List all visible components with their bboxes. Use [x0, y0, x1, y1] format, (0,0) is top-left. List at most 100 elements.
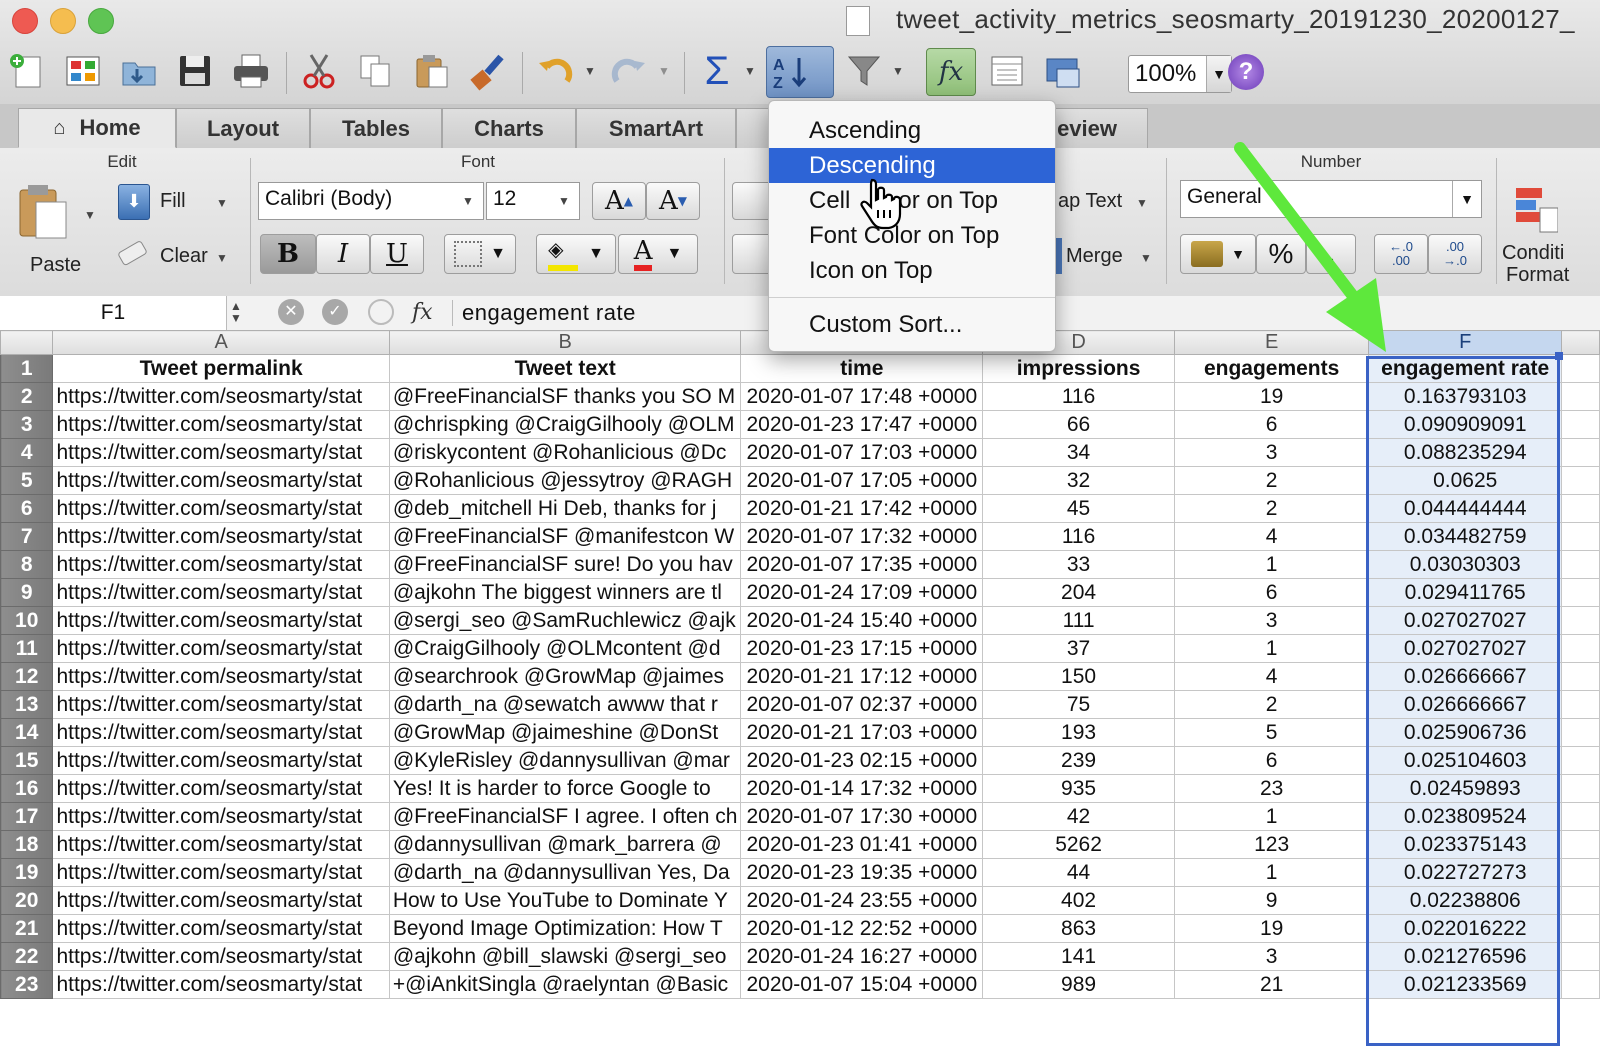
sum-dropdown-icon[interactable]: ▼ [744, 64, 756, 78]
cancel-icon[interactable]: ✕ [278, 299, 304, 325]
tweet-text-cell[interactable]: @FreeFinancialSF thanks you SO M [388, 382, 742, 411]
engagements-cell[interactable]: 1 [1173, 550, 1370, 579]
engagement-rate-cell[interactable]: 0.026666667 [1368, 662, 1563, 691]
zoom-select[interactable]: 100% ▼ [1128, 55, 1232, 93]
row-header[interactable]: 14 [0, 718, 54, 747]
close-window-button[interactable] [12, 8, 38, 34]
engagements-cell[interactable]: 1 [1173, 858, 1370, 887]
time-cell[interactable]: 2020-01-24 17:09 +0000 [740, 578, 984, 607]
empty-cell[interactable] [1561, 718, 1600, 747]
cut-icon[interactable] [296, 48, 342, 94]
permalink-cell[interactable]: https://twitter.com/seosmarty/stat [52, 466, 390, 495]
row-header[interactable]: 18 [0, 830, 54, 859]
header-cell-permalink[interactable]: Tweet permalink [52, 354, 390, 383]
undo-icon[interactable] [532, 48, 578, 94]
time-cell[interactable]: 2020-01-07 15:04 +0000 [740, 970, 984, 999]
header-cell-time[interactable]: time [740, 354, 984, 383]
chevron-down-icon[interactable]: ▼ [1140, 251, 1152, 265]
chevron-down-icon[interactable]: ▼ [558, 194, 570, 208]
engagements-cell[interactable]: 4 [1173, 662, 1370, 691]
select-all-corner[interactable] [0, 330, 54, 355]
tab-smartart[interactable]: SmartArt [576, 108, 736, 148]
menu-item-font-color-on-top[interactable]: Font Color on Top [769, 218, 1055, 253]
engagement-rate-cell[interactable]: 0.029411765 [1368, 578, 1563, 607]
underline-button[interactable]: U [370, 234, 424, 274]
impressions-cell[interactable]: 111 [982, 606, 1175, 635]
impressions-cell[interactable]: 32 [982, 466, 1175, 495]
fill-handle[interactable] [1555, 352, 1563, 360]
tweet-text-cell[interactable]: @chrispking @CraigGilhooly @OLM [388, 410, 742, 439]
time-cell[interactable]: 2020-01-07 17:35 +0000 [740, 550, 984, 579]
empty-cell[interactable] [1561, 830, 1600, 859]
permalink-cell[interactable]: https://twitter.com/seosmarty/stat [52, 522, 390, 551]
impressions-cell[interactable]: 863 [982, 914, 1175, 943]
time-cell[interactable]: 2020-01-07 17:32 +0000 [740, 522, 984, 551]
empty-cell[interactable] [1561, 942, 1600, 971]
empty-cell[interactable] [1561, 354, 1600, 383]
tweet-text-cell[interactable]: Beyond Image Optimization: How T [388, 914, 742, 943]
engagement-rate-cell[interactable]: 0.034482759 [1368, 522, 1563, 551]
engagements-cell[interactable]: 1 [1173, 634, 1370, 663]
conditional-formatting-icon[interactable] [1514, 186, 1559, 234]
impressions-cell[interactable]: 239 [982, 746, 1175, 775]
engagements-cell[interactable]: 3 [1173, 942, 1370, 971]
row-header[interactable]: 22 [0, 942, 54, 971]
engagement-rate-cell[interactable]: 0.023375143 [1368, 830, 1563, 859]
indent-icon[interactable] [732, 234, 772, 274]
column-header-b[interactable]: B [388, 330, 742, 355]
permalink-cell[interactable]: https://twitter.com/seosmarty/stat [52, 858, 390, 887]
zoom-window-button[interactable] [88, 8, 114, 34]
permalink-cell[interactable]: https://twitter.com/seosmarty/stat [52, 634, 390, 663]
tab-home[interactable]: ⌂ Home [18, 108, 176, 148]
empty-cell[interactable] [1561, 634, 1600, 663]
row-header[interactable]: 1 [0, 354, 54, 383]
permalink-cell[interactable]: https://twitter.com/seosmarty/stat [52, 802, 390, 831]
grow-font-button[interactable]: A ▲ [592, 182, 646, 220]
time-cell[interactable]: 2020-01-24 15:40 +0000 [740, 606, 984, 635]
save-icon[interactable] [172, 48, 218, 94]
engagement-rate-cell[interactable]: 0.088235294 [1368, 438, 1563, 467]
tweet-text-cell[interactable]: @searchrook @GrowMap @jaimes [388, 662, 742, 691]
formula-input[interactable]: engagement rate [462, 296, 636, 330]
engagements-cell[interactable]: 123 [1173, 830, 1370, 859]
engagements-cell[interactable]: 2 [1173, 466, 1370, 495]
media-icon[interactable] [1040, 48, 1086, 94]
empty-cell[interactable] [1561, 662, 1600, 691]
engagements-cell[interactable]: 3 [1173, 606, 1370, 635]
impressions-cell[interactable]: 44 [982, 858, 1175, 887]
impressions-cell[interactable]: 116 [982, 522, 1175, 551]
empty-cell[interactable] [1561, 802, 1600, 831]
permalink-cell[interactable]: https://twitter.com/seosmarty/stat [52, 718, 390, 747]
shrink-font-button[interactable]: A ▼ [646, 182, 700, 220]
engagement-rate-cell[interactable]: 0.025906736 [1368, 718, 1563, 747]
impressions-cell[interactable]: 935 [982, 774, 1175, 803]
row-header[interactable]: 19 [0, 858, 54, 887]
conditional-formatting-label[interactable]: Format [1506, 264, 1569, 287]
empty-cell[interactable] [1561, 410, 1600, 439]
tweet-text-cell[interactable]: @riskycontent @Rohanlicious @Dc [388, 438, 742, 467]
time-cell[interactable]: 2020-01-21 17:12 +0000 [740, 662, 984, 691]
time-cell[interactable]: 2020-01-24 16:27 +0000 [740, 942, 984, 971]
column-header-a[interactable]: A [52, 330, 390, 355]
time-cell[interactable]: 2020-01-23 02:15 +0000 [740, 746, 984, 775]
impressions-cell[interactable]: 204 [982, 578, 1175, 607]
empty-cell[interactable] [1561, 858, 1600, 887]
function-wizard-icon[interactable] [368, 299, 394, 325]
empty-cell[interactable] [1561, 606, 1600, 635]
fx-icon[interactable]: fx [412, 296, 433, 330]
engagement-rate-cell[interactable]: 0.02238806 [1368, 886, 1563, 915]
undo-dropdown-icon[interactable]: ▼ [584, 64, 596, 78]
permalink-cell[interactable]: https://twitter.com/seosmarty/stat [52, 970, 390, 999]
tweet-text-cell[interactable]: @darth_na @dannysullivan Yes, Da [388, 858, 742, 887]
impressions-cell[interactable]: 34 [982, 438, 1175, 467]
impressions-cell[interactable]: 141 [982, 942, 1175, 971]
engagement-rate-cell[interactable]: 0.025104603 [1368, 746, 1563, 775]
paste-button-label[interactable]: Paste [30, 254, 81, 277]
time-cell[interactable]: 2020-01-07 17:03 +0000 [740, 438, 984, 467]
confirm-icon[interactable]: ✓ [322, 299, 348, 325]
open-icon[interactable] [116, 48, 162, 94]
engagements-cell[interactable]: 19 [1173, 382, 1370, 411]
empty-cell[interactable] [1561, 578, 1600, 607]
new-icon[interactable] [4, 48, 50, 94]
redo-dropdown-icon[interactable]: ▼ [658, 64, 670, 78]
